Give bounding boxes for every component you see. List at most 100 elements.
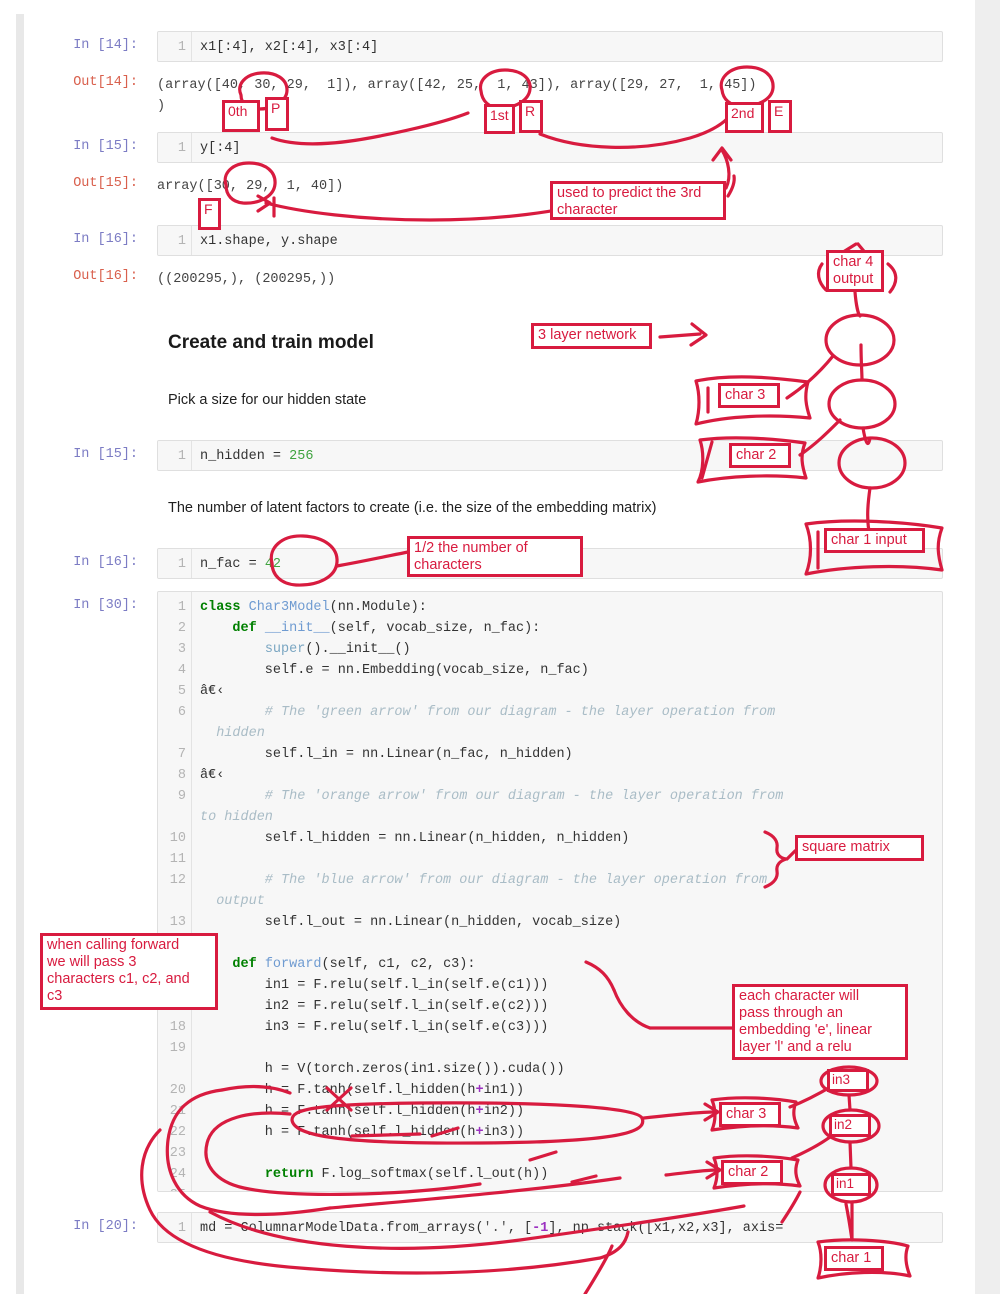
notebook-page: In [14]: 1 x1[:4], x2[:4], x3[:4] Out[14… (0, 0, 1000, 1294)
code-line: def __init__(self, vocab_size, n_fac): (200, 618, 942, 639)
page-scroll-gutter[interactable] (16, 14, 24, 1294)
annotation-char1-lower: char 1 (824, 1246, 884, 1271)
code-line: self.l_in = nn.Linear(n_fac, n_hidden) (200, 744, 942, 765)
code-input-model[interactable]: 123456789101112131819202122232425 class … (157, 591, 943, 1192)
annotation-letter-p: P (265, 97, 289, 131)
code-input-nhidden[interactable]: 1 n_hidden = 256 (157, 440, 943, 471)
annotation-3-layer-network: 3 layer network (531, 323, 652, 349)
code-source: n_hidden = 256 (200, 449, 313, 464)
line-number: 1 (158, 597, 191, 618)
line-number: 1 (158, 138, 191, 159)
code-source: n_fac = 42 (200, 557, 281, 572)
code-text-in16-shape[interactable]: x1.shape, y.shape (200, 231, 942, 252)
markdown-para-hidden-state: Pick a size for our hidden state (168, 392, 366, 408)
code-source: x1[:4], x2[:4], x3[:4] (200, 40, 378, 55)
line-number: 9 (158, 786, 191, 807)
line-number: 7 (158, 744, 191, 765)
cell-prompt-in15-y: In [15]: (42, 139, 138, 154)
code-text-in14[interactable]: x1[:4], x2[:4], x3[:4] (200, 37, 942, 58)
line-number: 24 (158, 1164, 191, 1185)
annotation-char1-input: char 1 input (824, 528, 925, 553)
page-left-margin (0, 0, 16, 1294)
cell-prompt-in20: In [20]: (42, 1219, 138, 1234)
code-source: md = ColumnarModelData.from_arrays('.', … (200, 1221, 783, 1236)
cell-prompt-in30: In [30]: (42, 598, 138, 613)
annotation-char4-output: char 4 output (826, 250, 884, 292)
line-number: 11 (158, 849, 191, 870)
line-number: 19 (158, 1038, 191, 1059)
code-line: â€‹ (200, 681, 942, 702)
line-number: 1 (158, 554, 191, 575)
line-numbers: 1 (158, 1213, 192, 1242)
line-number: 20 (158, 1080, 191, 1101)
cell-output-out15: array([30, 29, 1, 40]) (157, 176, 343, 197)
line-numbers: 123456789101112131819202122232425 (158, 592, 192, 1191)
annotation-square-matrix: square matrix (795, 835, 924, 861)
code-line: class Char3Model(nn.Module): (200, 597, 942, 618)
annotation-letter-r: R (519, 100, 543, 133)
line-numbers: 1 (158, 441, 192, 470)
annotation-char3-lower: char 3 (719, 1102, 781, 1127)
code-input-in14[interactable]: 1 x1[:4], x2[:4], x3[:4] (157, 31, 943, 62)
code-text-in15-y[interactable]: y[:4] (200, 138, 942, 159)
code-line: # The 'blue arrow' from our diagram - th… (200, 870, 942, 891)
code-line (200, 933, 942, 954)
code-input-md[interactable]: 1 md = ColumnarModelData.from_arrays('.'… (157, 1212, 943, 1243)
annotation-used-to-predict: used to predict the 3rd character (550, 181, 726, 220)
notebook-cell-container: In [14]: 1 x1[:4], x2[:4], x3[:4] Out[14… (24, 0, 975, 1294)
line-number: 13 (158, 912, 191, 933)
line-number (158, 807, 191, 828)
cell-prompt-in14: In [14]: (42, 38, 138, 53)
line-number: 4 (158, 660, 191, 681)
line-number: 23 (158, 1143, 191, 1164)
line-number: 1 (158, 231, 191, 252)
code-line: super().__init__() (200, 639, 942, 660)
annotation-each-character: each character will pass through an embe… (732, 984, 908, 1060)
line-number: 1 (158, 446, 191, 467)
code-line: self.e = nn.Embedding(vocab_size, n_fac) (200, 660, 942, 681)
code-source: y[:4] (200, 141, 241, 156)
markdown-para-latent-factors: The number of latent factors to create (… (168, 500, 656, 516)
annotation-in1: in1 (831, 1173, 871, 1196)
code-line: def forward(self, c1, c2, c3): (200, 954, 942, 975)
code-line: # The 'orange arrow' from our diagram - … (200, 786, 942, 807)
line-number: 12 (158, 870, 191, 891)
code-line: to hidden (200, 807, 942, 828)
cell-prompt-in15-nhidden: In [15]: (42, 447, 138, 462)
line-numbers: 1 (158, 226, 192, 255)
annotation-char3-upper: char 3 (718, 383, 780, 408)
line-number: 25 (158, 1185, 191, 1192)
code-line: output (200, 891, 942, 912)
line-number (158, 891, 191, 912)
markdown-heading-create-and-train: Create and train model (168, 332, 374, 354)
annotation-in2: in2 (829, 1114, 871, 1137)
cell-prompt-out14: Out[14]: (42, 75, 138, 90)
cell-prompt-out16: Out[16]: (42, 269, 138, 284)
line-number (158, 723, 191, 744)
annotation-letter-e: E (768, 100, 792, 133)
page-right-margin (975, 0, 1000, 1294)
code-text-nhidden[interactable]: n_hidden = 256 (200, 446, 942, 467)
code-line (200, 1143, 942, 1164)
line-number: 21 (158, 1101, 191, 1122)
code-text-md[interactable]: md = ColumnarModelData.from_arrays('.', … (200, 1218, 942, 1239)
annotation-0th: 0th (222, 100, 260, 132)
line-numbers: 1 (158, 32, 192, 61)
line-number: 22 (158, 1122, 191, 1143)
line-number: 3 (158, 639, 191, 660)
line-number: 5 (158, 681, 191, 702)
annotation-2nd: 2nd (725, 102, 764, 133)
code-line: # The 'green arrow' from our diagram - t… (200, 702, 942, 723)
annotation-char2-lower: char 2 (721, 1160, 783, 1185)
code-line: â€‹ (200, 765, 942, 786)
cell-prompt-in16-nfac: In [16]: (42, 555, 138, 570)
cell-prompt-out15: Out[15]: (42, 176, 138, 191)
code-input-in15-y[interactable]: 1 y[:4] (157, 132, 943, 163)
cell-output-out16: ((200295,), (200295,)) (157, 269, 335, 290)
line-number: 1 (158, 1218, 191, 1239)
code-line: hidden (200, 723, 942, 744)
code-text-model[interactable]: class Char3Model(nn.Module): def __init_… (200, 597, 942, 1185)
line-number: 6 (158, 702, 191, 723)
annotation-letter-f: F (198, 198, 221, 230)
annotation-half-the-characters: 1/2 the number of characters (407, 536, 583, 577)
